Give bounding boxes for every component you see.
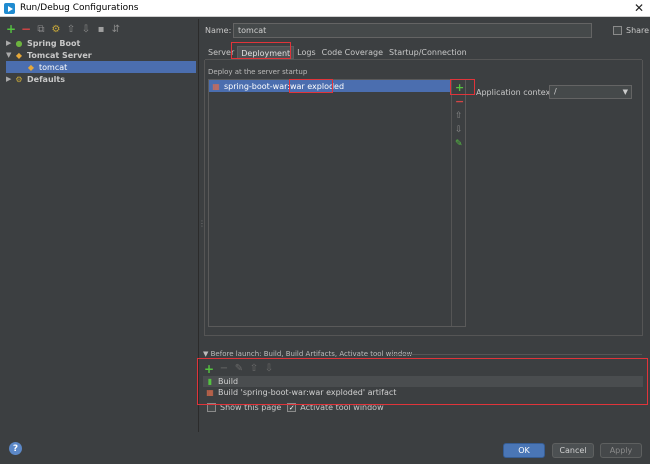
before-launch-label: Before launch: Build, Build Artifacts, A… bbox=[210, 350, 413, 358]
tree-item-label: tomcat bbox=[39, 62, 68, 72]
deploy-section-label: Deploy at the server startup bbox=[208, 68, 308, 76]
ok-button[interactable]: OK bbox=[503, 443, 545, 458]
tomcat-icon: ◆ bbox=[15, 50, 23, 60]
title-bar: Run/Debug Configurations ✕ bbox=[0, 0, 650, 17]
tree-item-tomcat-server[interactable]: ▼ ◆ Tomcat Server bbox=[6, 49, 196, 61]
before-launch-header[interactable]: ▼ Before launch: Build, Build Artifacts,… bbox=[203, 350, 412, 358]
highlight-box-before-launch bbox=[197, 358, 648, 405]
help-icon[interactable]: ? bbox=[9, 442, 22, 455]
window-title: Run/Debug Configurations bbox=[20, 3, 139, 13]
tree-item-label: Defaults bbox=[27, 74, 65, 84]
collapse-arrow-icon[interactable]: ▼ bbox=[203, 350, 208, 358]
app-context-combo[interactable]: / ▼ bbox=[549, 85, 632, 99]
chevron-down-icon[interactable]: ▼ bbox=[623, 86, 628, 98]
highlight-box-artifact bbox=[289, 79, 333, 93]
run-debug-icon bbox=[4, 3, 15, 14]
tree-item-label: Spring Boot bbox=[27, 38, 81, 48]
share-option[interactable]: Share bbox=[613, 26, 649, 35]
copy-icon[interactable]: ⧉ bbox=[36, 23, 46, 35]
name-input[interactable]: tomcat bbox=[233, 23, 592, 38]
before-launch-divider bbox=[390, 354, 642, 355]
deploy-side-toolbar: + − ⇧ ⇩ ✎ bbox=[451, 80, 465, 326]
expand-arrow-icon[interactable]: ▶ bbox=[6, 75, 14, 83]
remove-icon[interactable]: − bbox=[21, 22, 31, 36]
config-toolbar: + − ⧉ ⚙ ⇧ ⇩ ▪ ⇵ bbox=[6, 22, 121, 36]
remove-icon[interactable]: − bbox=[455, 95, 464, 108]
move-down-icon[interactable]: ⇩ bbox=[455, 125, 463, 135]
collapse-arrow-icon[interactable]: ▼ bbox=[6, 51, 14, 59]
tree-item-label: Tomcat Server bbox=[27, 50, 92, 60]
wrench-icon: ⚙ bbox=[15, 74, 23, 84]
artifact-icon: ▦ bbox=[212, 81, 220, 91]
tab-startup-connection[interactable]: Startup/Connection bbox=[386, 46, 470, 59]
config-tree: ▶ ● Spring Boot ▼ ◆ Tomcat Server ◆ tomc… bbox=[6, 37, 196, 85]
share-checkbox[interactable] bbox=[613, 26, 622, 35]
sort-icon[interactable]: ⇵ bbox=[111, 23, 121, 35]
highlight-box-deployment-tab bbox=[231, 42, 291, 59]
close-icon[interactable]: ✕ bbox=[634, 1, 644, 15]
tree-item-tomcat[interactable]: ◆ tomcat bbox=[6, 61, 196, 73]
move-down-icon[interactable]: ⇩ bbox=[81, 23, 91, 35]
move-up-icon[interactable]: ⇧ bbox=[66, 23, 76, 35]
folder-icon[interactable]: ▪ bbox=[96, 23, 106, 35]
tomcat-icon: ◆ bbox=[27, 62, 35, 72]
highlight-box-add bbox=[450, 79, 475, 95]
tab-code-coverage[interactable]: Code Coverage bbox=[319, 46, 386, 59]
tree-item-spring-boot[interactable]: ▶ ● Spring Boot bbox=[6, 37, 196, 49]
expand-arrow-icon[interactable]: ▶ bbox=[6, 39, 14, 47]
cancel-button[interactable]: Cancel bbox=[552, 443, 594, 458]
add-icon[interactable]: + bbox=[6, 22, 16, 36]
apply-button[interactable]: Apply bbox=[600, 443, 642, 458]
wrench-icon[interactable]: ⚙ bbox=[51, 23, 61, 35]
tab-logs[interactable]: Logs bbox=[294, 46, 318, 59]
spring-boot-icon: ● bbox=[15, 38, 23, 48]
app-context-label: Application context: bbox=[476, 88, 557, 97]
move-up-icon[interactable]: ⇧ bbox=[455, 111, 463, 121]
share-label: Share bbox=[626, 26, 650, 35]
deploy-list bbox=[208, 79, 466, 327]
name-label: Name: bbox=[205, 26, 232, 35]
tree-item-defaults[interactable]: ▶ ⚙ Defaults bbox=[6, 73, 196, 85]
app-context-value: / bbox=[554, 87, 557, 96]
edit-icon[interactable]: ✎ bbox=[455, 139, 463, 149]
